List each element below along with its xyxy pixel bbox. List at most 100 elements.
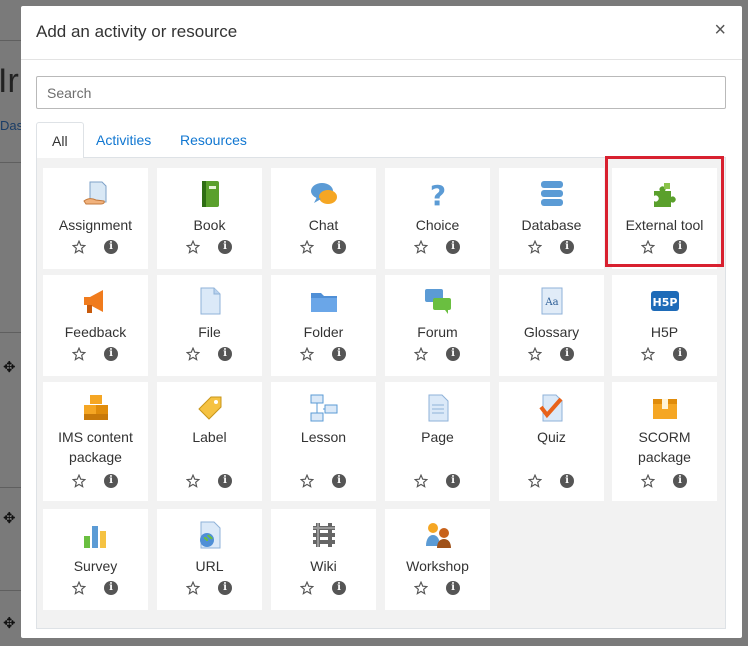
info-icon[interactable]: i [332,240,346,254]
activity-item-label: Assignment [58,217,133,233]
activity-item-label: Survey [73,558,118,574]
star-icon[interactable] [640,473,656,488]
info-icon[interactable]: i [673,347,687,361]
activity-item-wiki[interactable]: Wiki i [271,509,376,610]
star-icon[interactable] [413,580,429,595]
activity-item-url[interactable]: URL i [157,509,262,610]
move-icon: ✥ [3,359,16,376]
info-icon[interactable]: i [446,240,460,254]
activity-chooser-modal: Add an activity or resource × All Activi… [21,6,742,638]
search-input[interactable] [36,76,726,109]
star-icon[interactable] [71,473,87,488]
activity-item-quiz[interactable]: Quiz i [499,382,604,501]
info-icon[interactable]: i [446,347,460,361]
star-icon[interactable] [71,239,87,254]
activity-item-folder[interactable]: Folder i [271,275,376,376]
quiz-icon [537,393,567,423]
survey-icon [81,520,111,550]
star-icon[interactable] [299,346,315,361]
star-icon[interactable] [413,346,429,361]
activity-item-survey[interactable]: Survey i [43,509,148,610]
label-icon [195,393,225,423]
star-icon[interactable] [71,346,87,361]
star-icon[interactable] [527,473,543,488]
activity-item-h5p[interactable]: H5P H5P i [612,275,717,376]
folder-icon [309,286,339,316]
activity-item-glossary[interactable]: Aa Glossary i [499,275,604,376]
star-icon[interactable] [299,239,315,254]
info-icon[interactable]: i [218,581,232,595]
info-icon[interactable]: i [104,474,118,488]
activity-item-scorm-package[interactable]: SCORM package i [612,382,717,501]
ims-content-package-icon [81,393,111,423]
divider [0,487,22,488]
chat-icon [309,179,339,209]
activity-item-workshop[interactable]: Workshop i [385,509,490,610]
activity-item-page[interactable]: Page i [385,382,490,501]
info-icon[interactable]: i [332,474,346,488]
info-icon[interactable]: i [104,347,118,361]
info-icon[interactable]: i [332,581,346,595]
info-icon[interactable]: i [218,347,232,361]
activity-item-label: Book [193,217,226,233]
move-icon: ✥ [3,510,16,527]
scorm-package-icon [650,393,680,423]
activity-item-book[interactable]: Book i [157,168,262,269]
info-icon[interactable]: i [560,240,574,254]
book-icon [195,179,225,209]
divider [0,162,22,163]
tab-activities[interactable]: Activities [81,122,166,159]
modal-title: Add an activity or resource [36,22,238,41]
divider [0,40,22,41]
activity-item-label: IMS content package [58,429,133,465]
star-icon[interactable] [299,580,315,595]
feedback-icon [81,286,111,316]
activity-item-label: URL [195,558,224,574]
info-icon[interactable]: i [218,240,232,254]
star-icon[interactable] [299,473,315,488]
svg-text:?: ? [429,179,445,209]
highlight-box [605,156,724,267]
star-icon[interactable] [185,239,201,254]
info-icon[interactable]: i [560,347,574,361]
star-icon[interactable] [185,473,201,488]
star-icon[interactable] [71,580,87,595]
star-icon[interactable] [527,346,543,361]
activity-item-label: Choice [415,217,460,233]
activity-item-feedback[interactable]: Feedback i [43,275,148,376]
info-icon[interactable]: i [446,474,460,488]
activity-item-label: Feedback [64,324,127,340]
star-icon[interactable] [413,473,429,488]
tab-resources[interactable]: Resources [165,122,262,159]
activity-item-database[interactable]: Database i [499,168,604,269]
star-icon[interactable] [640,346,656,361]
activity-item-label: Quiz [537,429,566,445]
activity-item-label[interactable]: Label i [157,382,262,501]
info-icon[interactable]: i [332,347,346,361]
background-heading: Ir [0,62,19,100]
activity-item-file[interactable]: File i [157,275,262,376]
star-icon[interactable] [527,239,543,254]
file-icon [195,286,225,316]
tab-all[interactable]: All [36,122,84,159]
choice-icon: ? [423,179,453,209]
info-icon[interactable]: i [673,474,687,488]
activity-item-ims-content-package[interactable]: IMS content package i [43,382,148,501]
info-icon[interactable]: i [104,240,118,254]
activity-item-label: Lesson [300,429,347,445]
info-icon[interactable]: i [560,474,574,488]
info-icon[interactable]: i [218,474,232,488]
activity-item-lesson[interactable]: Lesson i [271,382,376,501]
star-icon[interactable] [413,239,429,254]
close-button[interactable]: × [714,20,726,40]
activity-item-forum[interactable]: Forum i [385,275,490,376]
star-icon[interactable] [185,346,201,361]
info-icon[interactable]: i [104,581,118,595]
star-icon[interactable] [185,580,201,595]
info-icon[interactable]: i [446,581,460,595]
activity-item-chat[interactable]: Chat i [271,168,376,269]
activity-item-assignment[interactable]: Assignment i [43,168,148,269]
activity-item-choice[interactable]: ? Choice i [385,168,490,269]
tab-bar: All Activities Resources [36,122,726,159]
move-icon: ✥ [3,615,16,632]
